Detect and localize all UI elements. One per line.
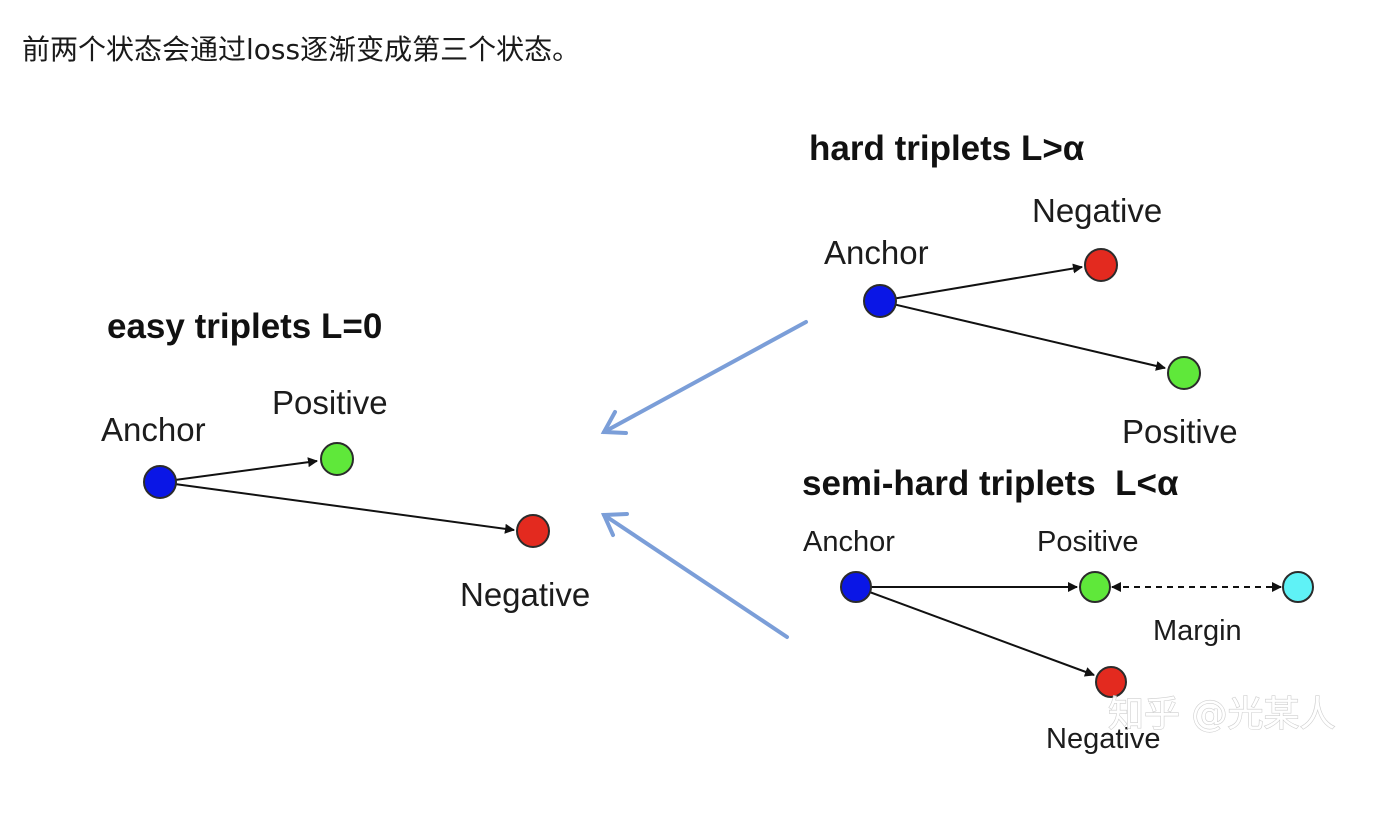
- easy-negative-node: [516, 514, 550, 548]
- easy-triplets-title: easy triplets L=0: [107, 307, 382, 346]
- easy-anchor-positive-edge: [159, 457, 318, 483]
- easy-anchor-node: [143, 465, 177, 499]
- hard-negative-label: Negative: [1032, 192, 1162, 229]
- semi-hard-anchor-label: Anchor: [803, 526, 895, 558]
- easy-positive-node: [320, 442, 354, 476]
- hard-negative-node: [1084, 248, 1118, 282]
- hard-anchor-negative-edge: [879, 263, 1083, 302]
- hard-triplets-title: hard triplets L>α: [809, 129, 1085, 168]
- triplet-loss-diagram: easy triplets L=0 Anchor Positive Negati…: [101, 129, 1336, 755]
- semi-hard-negative-node: [1095, 666, 1127, 698]
- easy-triplets-group: easy triplets L=0 Anchor Positive Negati…: [101, 307, 590, 613]
- easy-anchor-negative-edge: [159, 481, 515, 534]
- semi-hard-margin-node: [1282, 571, 1314, 603]
- transition-arrows: [600, 320, 808, 639]
- hard-to-easy-arrow: [600, 320, 808, 435]
- watermark-text: 知乎 @光某人: [1108, 694, 1335, 735]
- easy-negative-label: Negative: [460, 576, 590, 613]
- hard-triplets-group: hard triplets L>α Anchor Negative Positi…: [809, 129, 1238, 450]
- semi-hard-anchor-negative-edge: [855, 586, 1095, 677]
- semi-hard-anchor-node: [840, 571, 872, 603]
- hard-anchor-positive-edge: [879, 300, 1166, 371]
- semi-hard-positive-node: [1079, 571, 1111, 603]
- easy-anchor-label: Anchor: [101, 411, 206, 448]
- semi-hard-triplets-title: semi-hard triplets L<α: [802, 464, 1179, 503]
- hard-anchor-node: [863, 284, 897, 318]
- semi-hard-margin-label: Margin: [1153, 615, 1242, 647]
- hard-positive-label: Positive: [1122, 413, 1238, 450]
- hard-positive-node: [1167, 356, 1201, 390]
- semi-hard-positive-label: Positive: [1037, 526, 1139, 558]
- easy-positive-label: Positive: [272, 384, 388, 421]
- semi-hard-to-easy-arrow: [600, 512, 789, 639]
- hard-anchor-label: Anchor: [824, 234, 929, 271]
